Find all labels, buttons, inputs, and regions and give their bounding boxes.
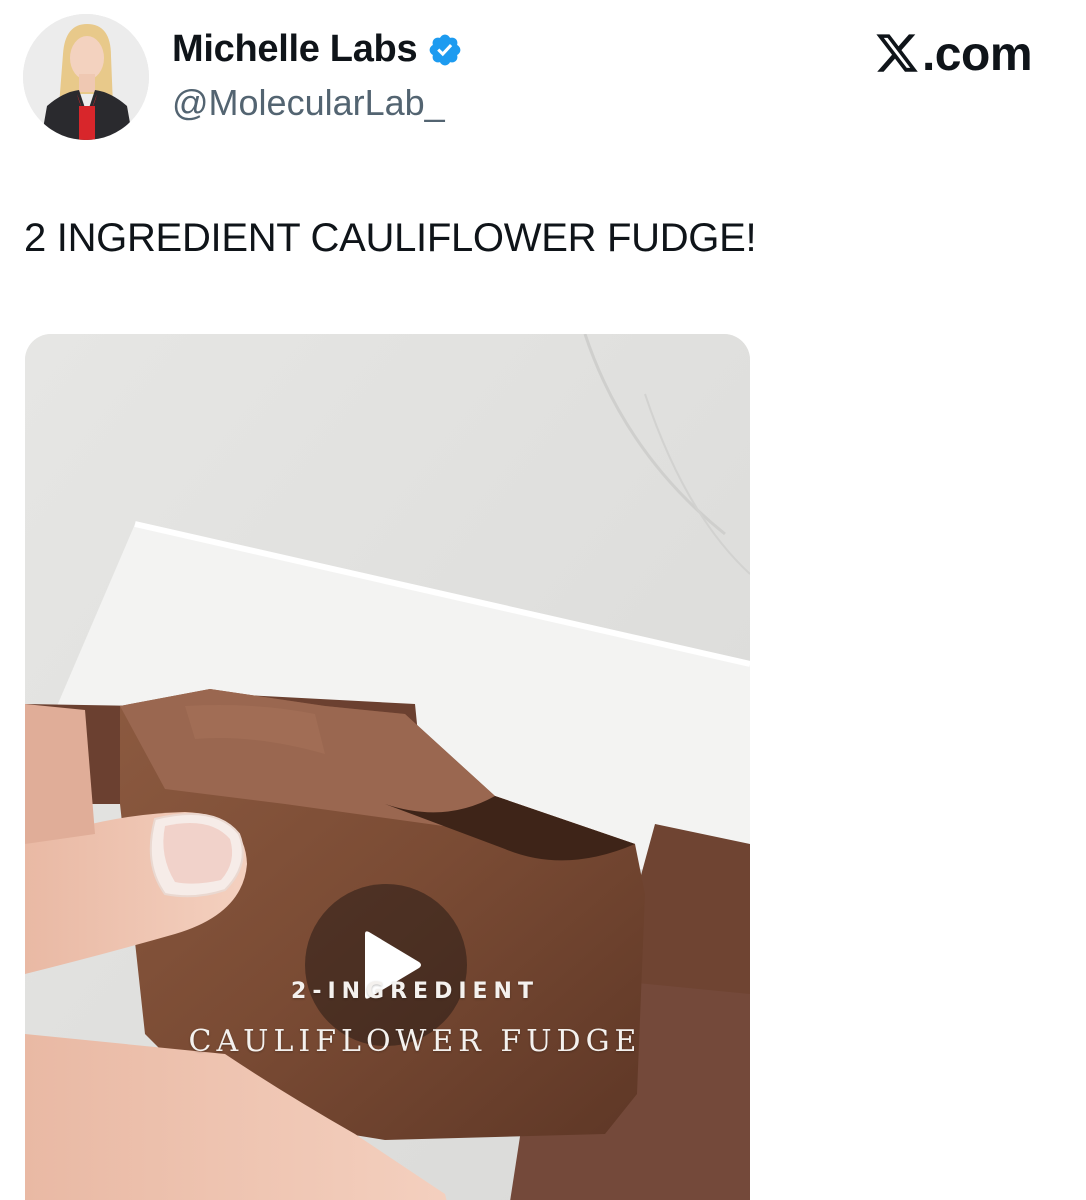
- avatar[interactable]: [23, 14, 149, 140]
- tweet-card: Michelle Labs @MolecularLab_ .com 2 INGR…: [0, 0, 1086, 1200]
- author-handle[interactable]: @MolecularLab_: [172, 82, 445, 124]
- video-overlay-line2: CAULIFLOWER FUDGE: [188, 1024, 642, 1059]
- fudge-photo: [25, 334, 750, 1200]
- author-display-name[interactable]: Michelle Labs: [172, 28, 418, 71]
- play-button[interactable]: [305, 884, 467, 1046]
- verified-badge-icon: [427, 32, 463, 68]
- video-overlay-line1: 2-INGREDIENT: [291, 979, 539, 1004]
- author-name-row[interactable]: Michelle Labs: [172, 28, 463, 71]
- x-logo-icon: [874, 30, 920, 76]
- brand-logo: .com: [874, 24, 1033, 82]
- video-thumbnail[interactable]: 2-INGREDIENT CAULIFLOWER FUDGE: [25, 334, 750, 1200]
- tweet-text: 2 INGREDIENT CAULIFLOWER FUDGE!: [24, 216, 757, 260]
- brand-text: .com: [921, 28, 1033, 81]
